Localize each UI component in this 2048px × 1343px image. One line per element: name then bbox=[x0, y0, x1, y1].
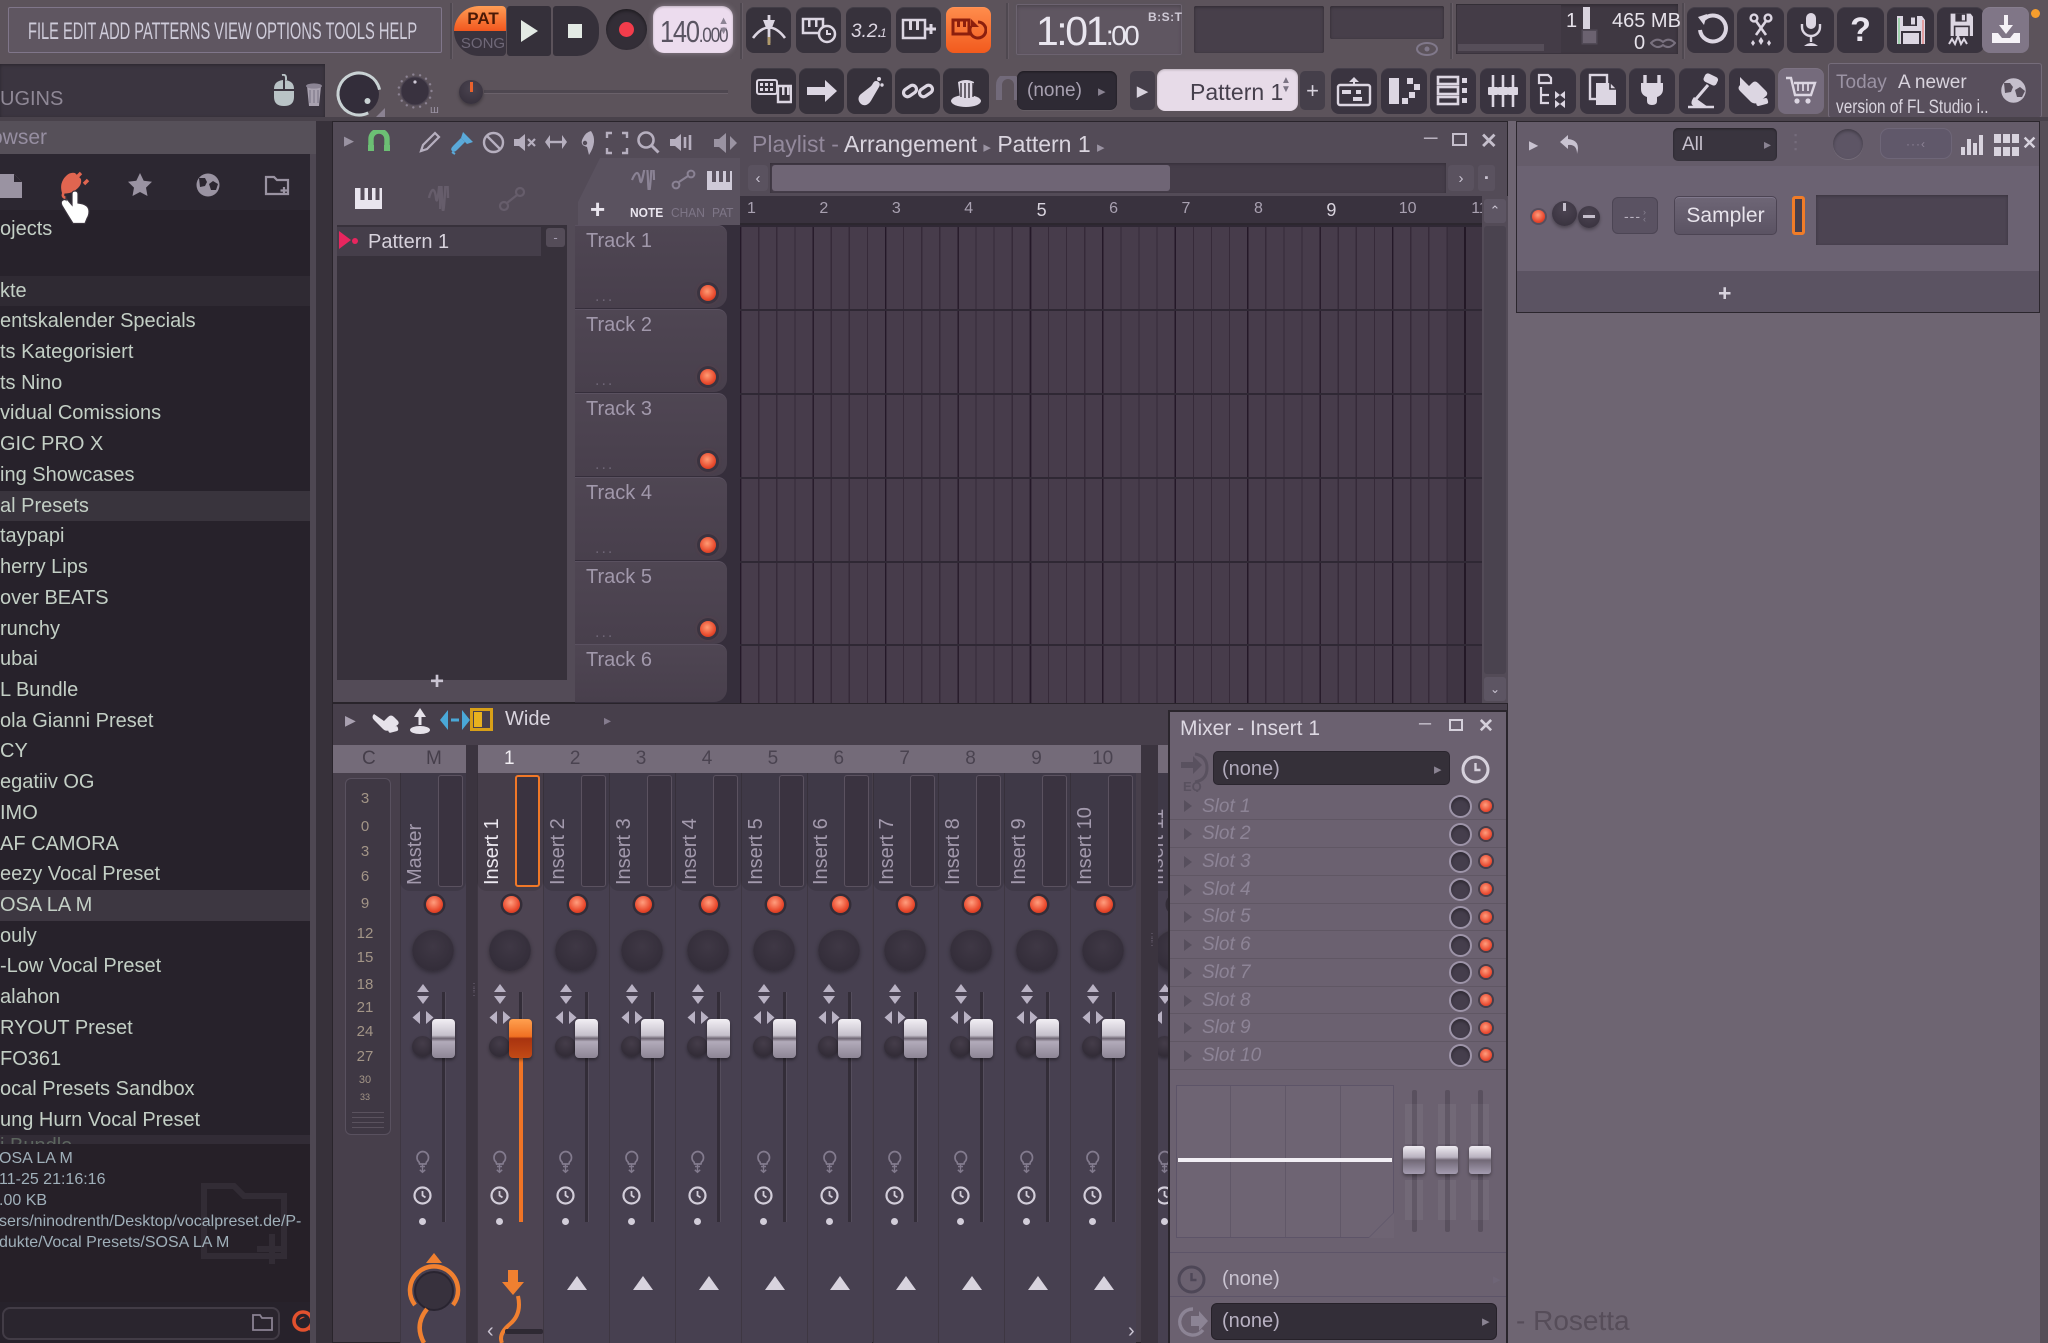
svg-text:EQ: EQ bbox=[1183, 779, 1202, 792]
svg-text:3.2.: 3.2. bbox=[851, 21, 883, 42]
svg-text:1.: 1. bbox=[880, 26, 887, 40]
